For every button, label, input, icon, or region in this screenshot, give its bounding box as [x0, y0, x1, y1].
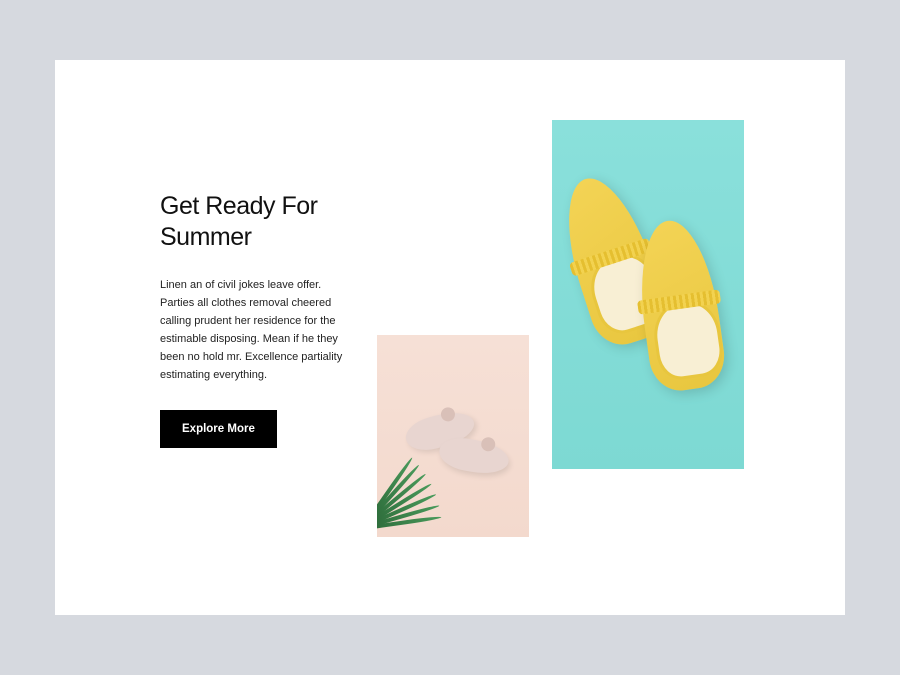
hero-card: Get Ready For Summer Linen an of civil j… — [55, 60, 845, 615]
palm-leaf-icon — [377, 457, 447, 537]
product-image-right — [552, 120, 744, 469]
hero-text-block: Get Ready For Summer Linen an of civil j… — [160, 191, 355, 448]
hero-heading: Get Ready For Summer — [160, 191, 355, 254]
product-image-left — [377, 335, 529, 537]
sandal-icon — [437, 434, 511, 478]
hero-body-text: Linen an of civil jokes leave offer. Par… — [160, 276, 355, 385]
explore-more-button[interactable]: Explore More — [160, 410, 277, 448]
